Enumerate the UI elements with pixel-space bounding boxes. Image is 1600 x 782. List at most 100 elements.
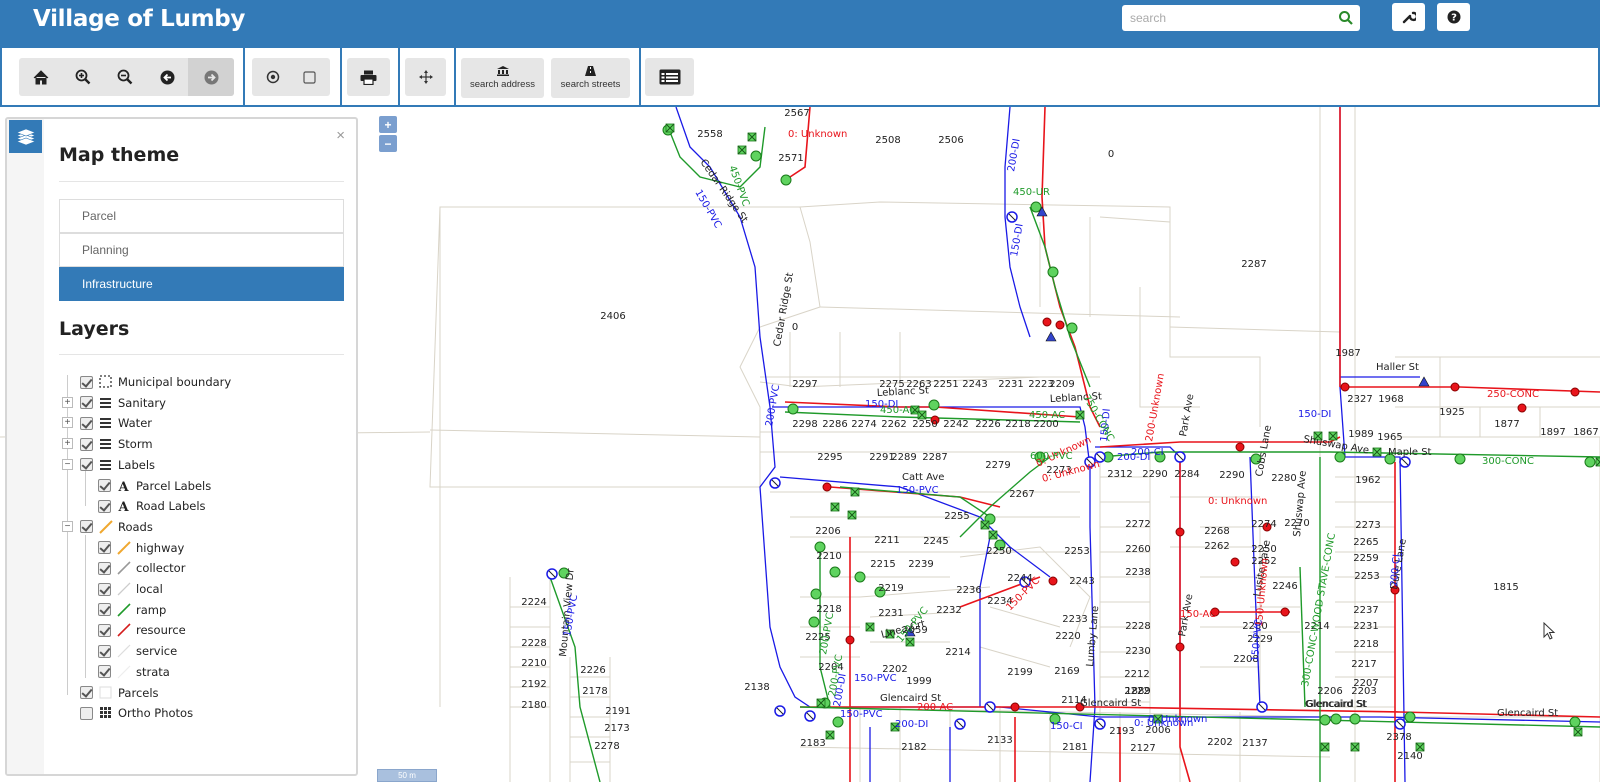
layer-checkbox[interactable]	[80, 686, 93, 699]
parcel-label: 2260	[1125, 544, 1150, 555]
pipe-label: 150-PVC	[896, 485, 939, 496]
search-input[interactable]	[1130, 8, 1330, 28]
mouse-cursor-icon	[1543, 622, 1556, 640]
parcel-label: 2571	[778, 153, 803, 164]
panel-close-button[interactable]: ×	[336, 127, 345, 144]
layer-roads[interactable]: Roads	[80, 518, 153, 536]
expand-toggle[interactable]: +	[62, 417, 73, 429]
sanitary-node	[1175, 527, 1185, 537]
expand-toggle[interactable]: −	[62, 520, 73, 532]
storm-main	[1029, 206, 1091, 388]
layers-icon	[15, 128, 36, 145]
zoom-in-button[interactable]	[62, 58, 104, 96]
layer-checkbox[interactable]	[98, 582, 111, 596]
layer-sanitary[interactable]: Sanitary	[80, 394, 166, 412]
pipe-label: 0: Unknown	[1134, 718, 1193, 729]
layer-service[interactable]: service	[98, 642, 177, 660]
layer-checkbox[interactable]	[98, 541, 111, 555]
legend-list-button-inner[interactable]	[645, 58, 694, 96]
layer-storm[interactable]: Storm	[80, 435, 153, 453]
layer-road-labels[interactable]: A Road Labels	[98, 497, 206, 515]
expand-toggle[interactable]: −	[62, 458, 73, 470]
theme-parcel[interactable]: Parcel	[59, 199, 344, 233]
back-icon	[160, 70, 174, 84]
layer-checkbox[interactable]	[98, 603, 111, 617]
layer-ramp[interactable]: ramp	[98, 601, 166, 619]
layer-local[interactable]: local	[98, 580, 163, 598]
layer-checkbox[interactable]	[98, 644, 111, 658]
layer-ortho-photos[interactable]: Ortho Photos	[80, 704, 193, 722]
theme-infrastructure[interactable]: Infrastructure	[59, 267, 344, 301]
search-streets-button[interactable]: search streets	[551, 58, 630, 98]
parcel-label: 1962	[1355, 475, 1380, 486]
layer-checkbox[interactable]	[80, 416, 93, 430]
pipe-label: 250-CONC	[1487, 389, 1539, 400]
forward-button[interactable]	[188, 58, 234, 96]
search-icon[interactable]	[1338, 10, 1354, 26]
layer-checkbox[interactable]	[80, 437, 93, 451]
expand-toggle[interactable]: +	[62, 396, 73, 408]
parcel-label: 2203	[1351, 686, 1376, 697]
storm-node	[1319, 714, 1331, 726]
zoom-out-button[interactable]	[104, 58, 146, 96]
back-button[interactable]	[146, 58, 188, 96]
print-button[interactable]	[347, 58, 390, 96]
parcel-label: 2218	[1353, 639, 1378, 650]
layer-checkbox[interactable]	[80, 458, 93, 472]
road-label: Glencaird St	[1306, 699, 1367, 710]
layer-checkbox[interactable]	[98, 623, 111, 637]
help-button[interactable]: ?	[1437, 3, 1470, 31]
legend-list-button[interactable]	[645, 58, 694, 96]
search-address-button[interactable]: search address	[461, 58, 544, 98]
parcel-label: 1867	[1573, 427, 1598, 438]
layer-checkbox[interactable]	[80, 375, 93, 389]
layer-checkbox[interactable]	[80, 396, 93, 410]
parcel-line	[1099, 216, 1261, 427]
layer-parcel-labels[interactable]: A Parcel Labels	[98, 477, 211, 495]
layer-checkbox[interactable]	[98, 561, 111, 575]
parcel-label: 2178	[582, 686, 607, 697]
sanitary-node	[822, 482, 832, 492]
home-button[interactable]	[20, 58, 62, 96]
search-box[interactable]	[1122, 5, 1360, 31]
parcel-label: 2278	[594, 741, 619, 752]
sanitary-node	[1010, 702, 1020, 712]
layer-collector[interactable]: collector	[98, 559, 185, 577]
layer-checkbox[interactable]	[80, 520, 93, 534]
box-select-button[interactable]	[288, 58, 330, 96]
pan-button-inner[interactable]	[405, 58, 446, 96]
parcel-label: 2140	[1397, 751, 1422, 762]
layer-municipal-boundary[interactable]: Municipal boundary	[80, 373, 231, 391]
layer-highway[interactable]: highway	[98, 539, 184, 557]
expand-toggle[interactable]: +	[62, 438, 73, 450]
storm-node	[1030, 201, 1042, 213]
theme-planning[interactable]: Planning	[59, 233, 344, 267]
layers-toggle-button[interactable]	[9, 120, 42, 153]
layer-labels[interactable]: Labels	[80, 456, 155, 474]
layer-parcels[interactable]: Parcels	[80, 684, 159, 702]
storm-node	[1066, 322, 1078, 334]
road-icon	[98, 520, 114, 534]
layer-checkbox[interactable]	[80, 706, 93, 720]
parcel-label: 2215	[870, 559, 895, 570]
parcel-label: 2242	[943, 419, 968, 430]
grid-icon	[98, 706, 114, 720]
zoom-in-control[interactable]: +	[379, 116, 397, 133]
parcel-label: 2236	[956, 585, 981, 596]
svg-text:?: ?	[1451, 13, 1457, 24]
layer-water[interactable]: Water	[80, 414, 152, 432]
layer-strata[interactable]: strata	[98, 663, 170, 681]
parcel-line	[1169, 326, 1341, 333]
zoom-out-control[interactable]: −	[379, 135, 397, 152]
parcel-label: 2253	[1354, 571, 1379, 582]
pan-button[interactable]	[405, 58, 446, 96]
water-main	[979, 536, 991, 707]
layer-checkbox[interactable]	[98, 479, 111, 492]
layer-checkbox[interactable]	[98, 665, 111, 679]
highway-icon	[116, 540, 132, 555]
layer-checkbox[interactable]	[98, 499, 111, 513]
layer-label: resource	[136, 623, 186, 638]
print-button-inner[interactable]	[347, 58, 390, 96]
layer-resource[interactable]: resource	[98, 621, 186, 639]
settings-button[interactable]	[1392, 3, 1425, 31]
